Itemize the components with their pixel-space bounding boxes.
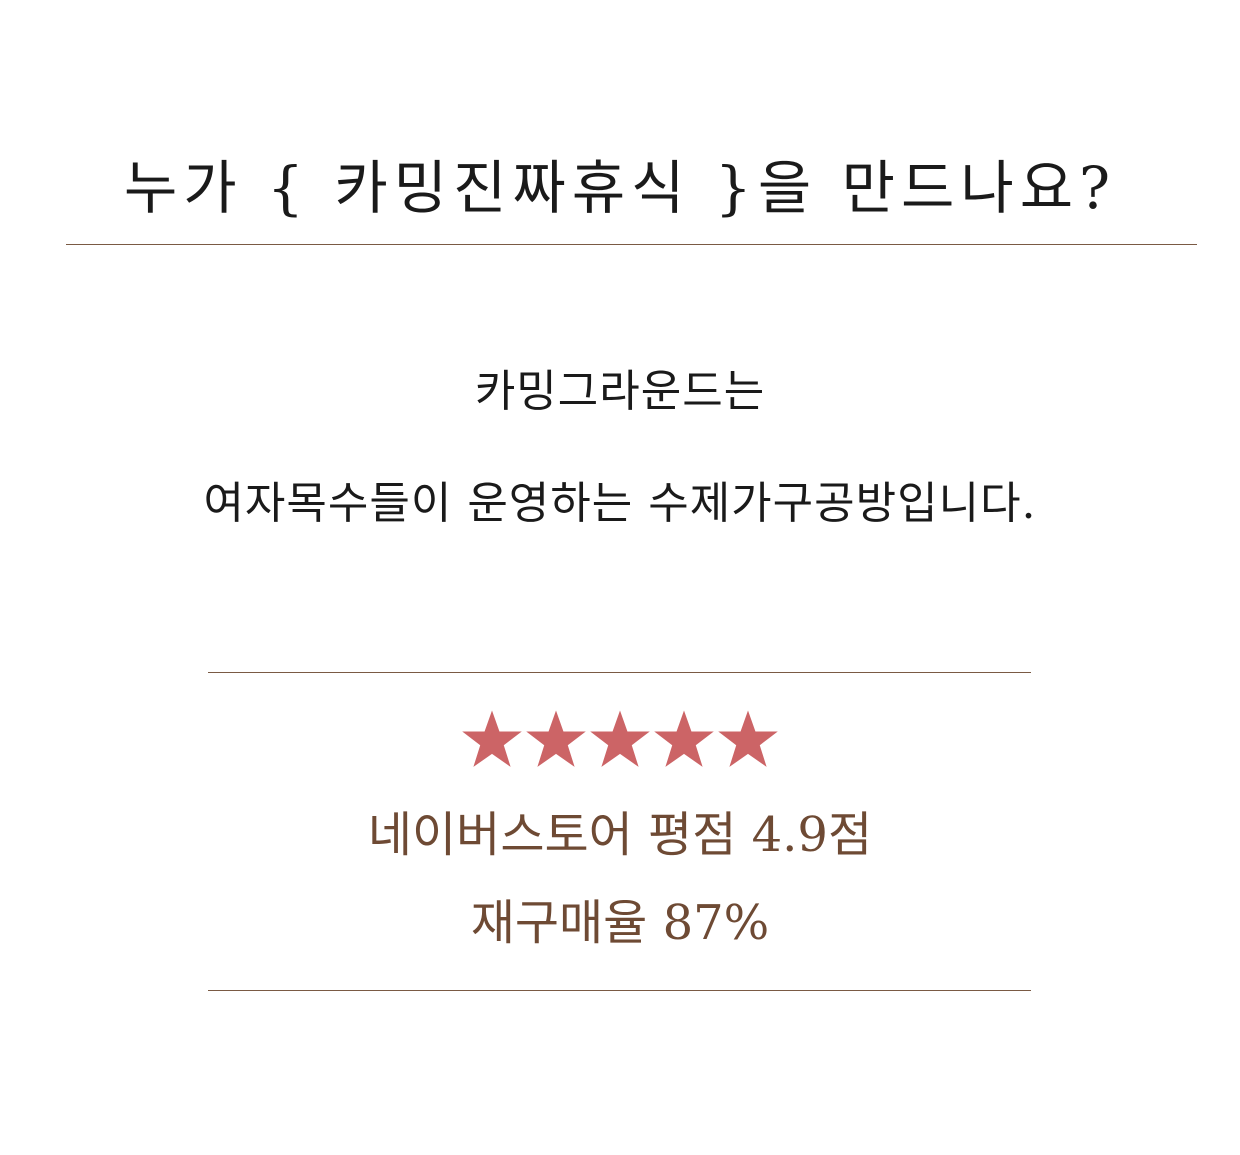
repurchase-rate-text: 재구매율 87% bbox=[470, 895, 770, 951]
star-icon bbox=[653, 708, 715, 770]
page-title: 누가 { 카밍진짜휴식 }을 만드나요? bbox=[123, 154, 1117, 222]
top-divider bbox=[66, 244, 1197, 245]
bottom-divider bbox=[208, 990, 1031, 991]
intro-line-1: 카밍그라운드는 bbox=[474, 366, 766, 417]
store-rating-text: 네이버스토어 평점 4.9점 bbox=[367, 807, 873, 863]
star-icon bbox=[589, 708, 651, 770]
star-icon bbox=[461, 708, 523, 770]
middle-divider bbox=[208, 672, 1031, 673]
intro-line-2: 여자목수들이 운영하는 수제가구공방입니다. bbox=[203, 478, 1037, 529]
star-icon bbox=[717, 708, 779, 770]
star-rating bbox=[0, 708, 1240, 772]
star-icon bbox=[525, 708, 587, 770]
